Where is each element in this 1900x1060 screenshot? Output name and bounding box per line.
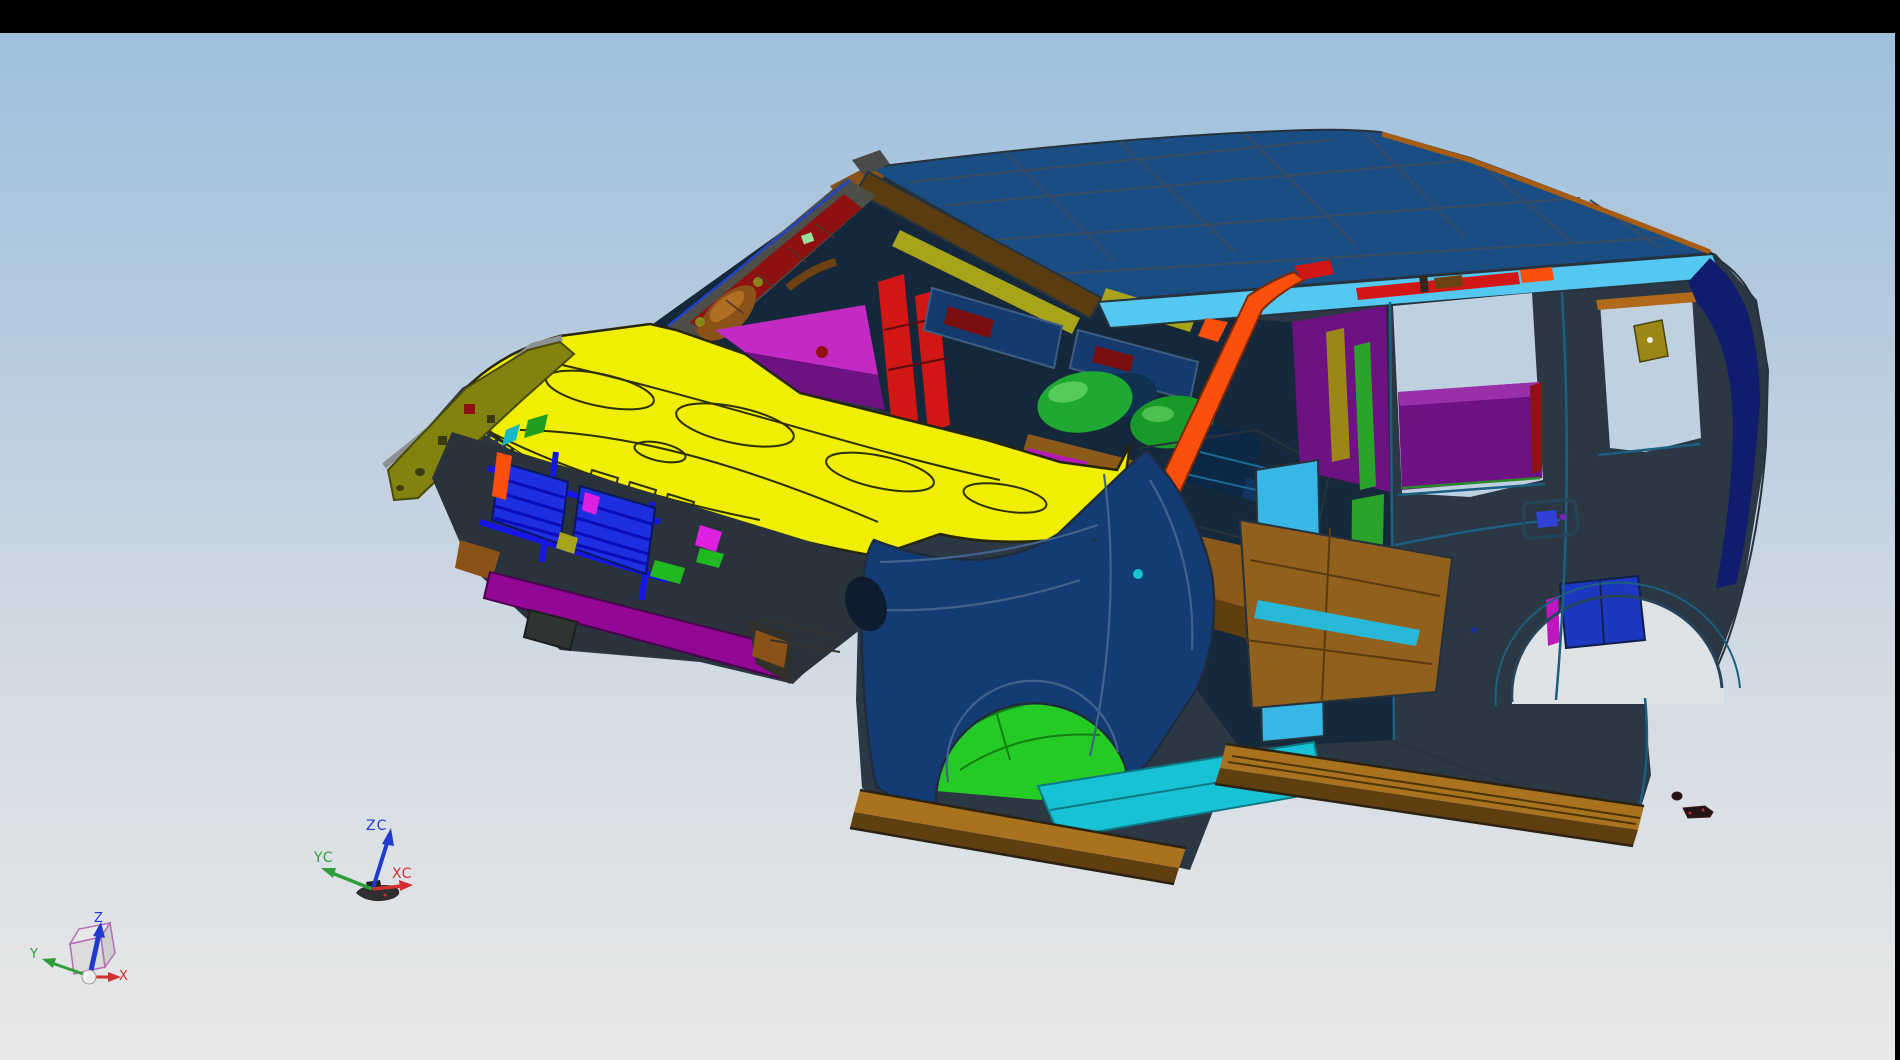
apron-hole (396, 485, 404, 491)
apron-dark-hole (438, 436, 447, 445)
fuel-filler-blue-part[interactable] (1536, 510, 1558, 528)
apron-red-clip (464, 404, 475, 414)
interior-trim-maroon-edge (1530, 382, 1542, 474)
application-window: ZC YC XC Z Y X (0, 0, 1900, 1060)
acs-y-arrowhead (42, 958, 56, 968)
fender-bolt (978, 558, 983, 563)
top-black-bar (0, 0, 1900, 33)
apron-hole (415, 468, 425, 476)
acs-y-label: Y (29, 947, 39, 962)
fender-cyan-grommet (1133, 569, 1143, 579)
origin-sphere-highlight (84, 972, 89, 977)
fuel-filler-purple-part (1560, 514, 1566, 520)
detached-parts[interactable] (1672, 792, 1713, 818)
small-part-dot[interactable] (1672, 792, 1682, 800)
model-canvas[interactable]: ZC YC XC Z Y X (0, 0, 1900, 1060)
part-red-dot (1689, 812, 1692, 815)
acs-z-label: Z (94, 911, 104, 926)
rail-accent-gap (1419, 276, 1428, 293)
cube-front-face (70, 937, 105, 974)
wcs-z-axis[interactable] (373, 840, 388, 888)
seat-highlight (1142, 406, 1174, 422)
wcs-y-arrowhead (321, 868, 336, 878)
origin-sphere[interactable] (82, 970, 96, 984)
quarter-window-opening[interactable] (1600, 296, 1701, 452)
wcs-y-label: YC (313, 850, 334, 866)
cowl-red-grommet (816, 346, 828, 358)
wcs-y-axis[interactable] (332, 873, 372, 889)
origin-red-dot (384, 894, 387, 897)
bracket-hole (1647, 337, 1653, 343)
wcs-z-label: ZC (366, 818, 387, 834)
car-body-model[interactable] (384, 130, 1769, 884)
right-black-bar (1895, 0, 1900, 1060)
apron-dark-hole (487, 415, 495, 423)
small-part-strip[interactable] (1683, 806, 1713, 818)
apillar-fastener (695, 317, 705, 327)
fender-bolt (1093, 538, 1098, 543)
absolute-csys-triad[interactable]: Z Y X (29, 911, 129, 984)
acs-x-label: X (119, 969, 129, 984)
part-red-dot (1702, 809, 1705, 812)
wcs-triad[interactable]: ZC YC XC (313, 818, 413, 901)
wcs-x-label: XC (392, 866, 412, 882)
